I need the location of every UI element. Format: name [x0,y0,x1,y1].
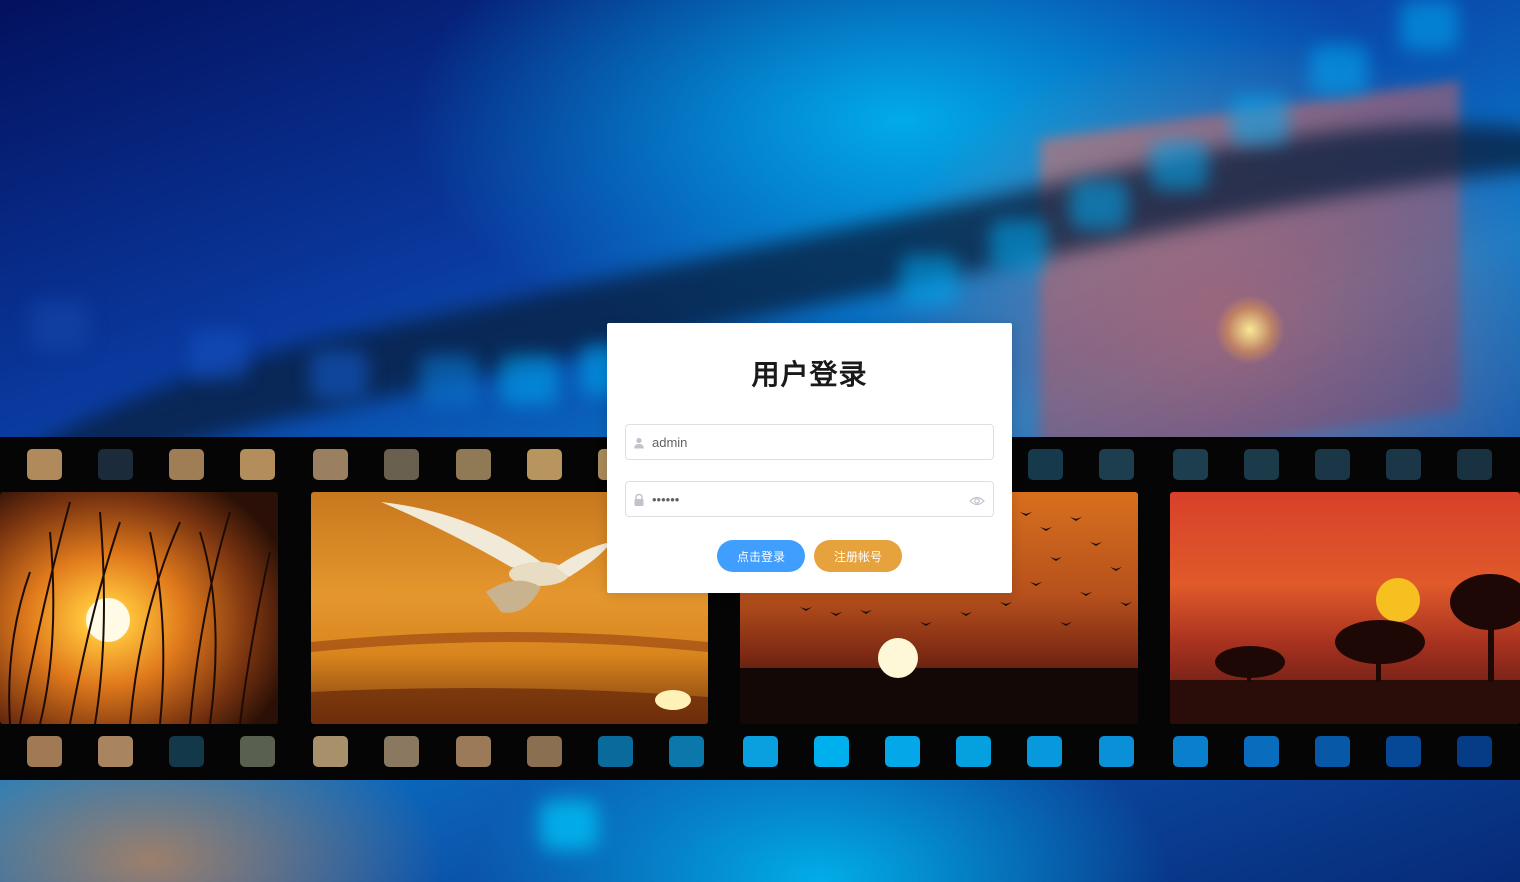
film-frame-savanna-sunset [1170,492,1520,724]
user-icon [632,435,646,449]
register-button[interactable]: 注册帐号 [814,540,902,572]
lock-icon [632,492,646,506]
username-field[interactable] [625,424,994,460]
password-input[interactable] [652,482,963,516]
login-card: 用户登录 点击登录 注册帐号 [607,323,1012,593]
login-button[interactable]: 点击登录 [717,540,805,572]
film-sprockets-bottom [0,724,1520,780]
login-title: 用户登录 [751,358,868,391]
password-field[interactable] [625,481,994,517]
username-input[interactable] [652,425,963,459]
eye-icon[interactable] [969,493,985,507]
film-frame-grass-sunset [0,492,278,724]
background-sun-glow [1215,295,1285,365]
